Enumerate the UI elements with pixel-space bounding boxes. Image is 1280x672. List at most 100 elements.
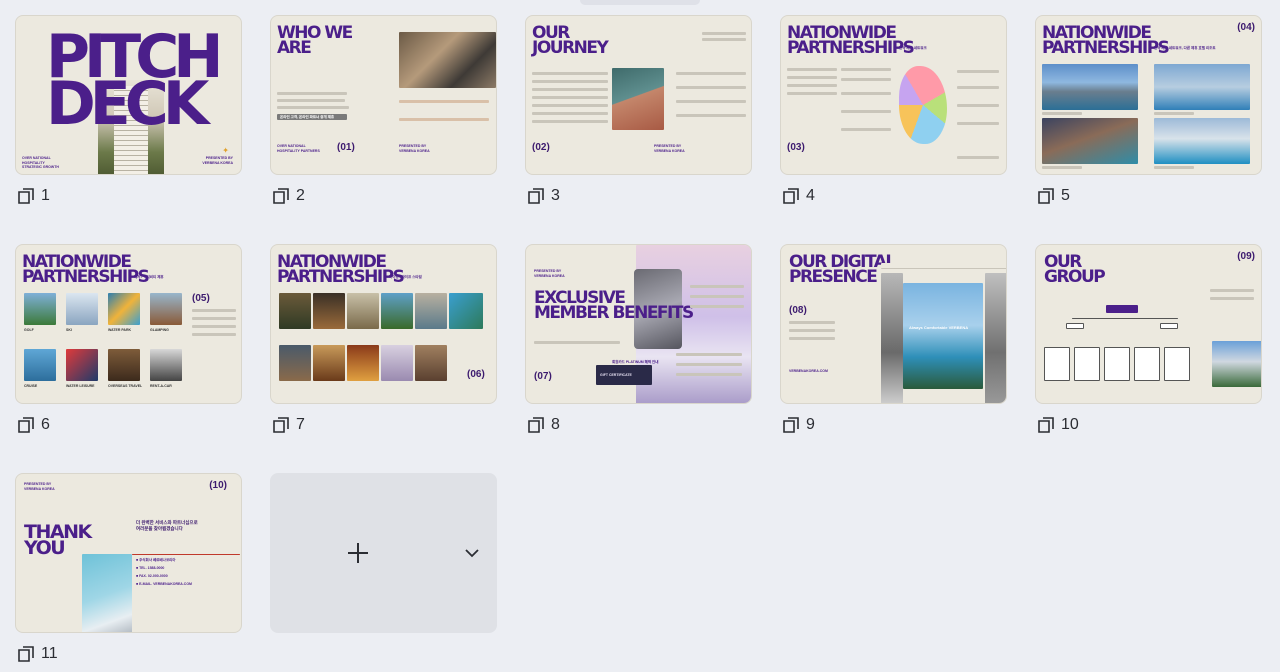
leisure-photo xyxy=(108,349,140,381)
text-line xyxy=(192,309,236,312)
dining-photo xyxy=(279,345,311,381)
text-line xyxy=(702,38,746,41)
org-chart-node xyxy=(1074,347,1100,381)
plus-icon[interactable] xyxy=(348,543,368,563)
headline: 더 완벽한 서비스와 파트너십으로 여러분을 찾아뵙겠습니다 xyxy=(136,520,198,532)
slide-subtitle: 전국 제휴 네트워크, 다른 제휴 호텔 리조트 xyxy=(1154,46,1216,50)
text-line xyxy=(690,305,744,308)
slide-thumbnail-10[interactable]: OUR GROUP (09) xyxy=(1035,244,1262,404)
group-building-photo xyxy=(1212,341,1261,387)
top-drag-handle[interactable] xyxy=(580,0,700,5)
text-line xyxy=(789,337,835,340)
leisure-photo xyxy=(24,349,56,381)
slide-number: 2 xyxy=(296,187,305,204)
slide-grid: PITCH DECK OVER NATIONAL HOSPITALITY STR… xyxy=(15,15,1265,662)
text-line xyxy=(841,68,891,71)
page-number: (08) xyxy=(789,305,807,316)
dining-photo xyxy=(381,345,413,381)
text-line xyxy=(787,68,837,71)
slide-number: 9 xyxy=(806,416,815,433)
category-label: OVERSEAS TRAVEL xyxy=(108,384,143,388)
gift-certificate-label: GIFT CERTIFICATE xyxy=(600,373,632,377)
leisure-photo xyxy=(66,349,98,381)
website-hero xyxy=(903,283,983,389)
slide-number: 5 xyxy=(1061,187,1070,204)
chevron-down-icon[interactable] xyxy=(465,548,479,558)
hotel-photo xyxy=(1154,64,1250,110)
leisure-photo xyxy=(108,293,140,325)
text-line xyxy=(690,285,744,288)
slide-cell-2: WHO WE ARE 온라인 고객, 온라인 파트너 중개 제휴 OVER NA… xyxy=(270,15,497,204)
text-line xyxy=(676,363,742,366)
slide-thumbnail-3[interactable]: OUR JOURNEY (02) PRESENTED BY VERBENA KO… xyxy=(525,15,752,175)
timeline-line xyxy=(532,80,608,83)
pill-text: 온라인 고객, 온라인 파트너 중개 제휴 xyxy=(280,115,335,119)
slide-thumbnail-5[interactable]: NATIONWIDE PARTNERSHIPS 전국 제휴 네트워크, 다른 제… xyxy=(1035,15,1262,175)
dining-photo xyxy=(313,345,345,381)
pages-stack-icon xyxy=(273,188,289,204)
text-line xyxy=(841,128,891,131)
pages-stack-icon xyxy=(528,417,544,433)
slide-thumbnail-9[interactable]: OUR DIGITAL PRESENCE Always Comfortable … xyxy=(780,244,1007,404)
text-line xyxy=(841,78,891,81)
slide-cell-4: NATIONWIDE PARTNERSHIPS 전국 제휴 네트워크 (03) … xyxy=(780,15,1007,204)
right-note: PRESENTED BY VERBENA KOREA xyxy=(202,156,233,165)
text-line xyxy=(1042,112,1082,115)
text-line xyxy=(1210,289,1254,292)
dining-photo xyxy=(279,293,311,329)
slide-title: OUR GROUP xyxy=(1044,252,1106,287)
slide-cell-5: NATIONWIDE PARTNERSHIPS 전국 제휴 네트워크, 다른 제… xyxy=(1035,15,1262,204)
slide-title: NATIONWIDE PARTNERSHIPS xyxy=(787,23,915,58)
timeline-line xyxy=(532,72,608,75)
slide-number: 8 xyxy=(551,416,560,433)
page-number: (03) xyxy=(787,142,805,153)
pages-stack-icon xyxy=(1038,417,1054,433)
slide-thumbnail-2[interactable]: WHO WE ARE 온라인 고객, 온라인 파트너 중개 제휴 OVER NA… xyxy=(270,15,497,175)
text-line xyxy=(534,341,620,344)
top-note: PRESENTED BY VERBENA KOREA xyxy=(24,482,55,491)
hero-text: Always Comfortable VERBENA xyxy=(909,325,969,330)
slide-number: 6 xyxy=(41,416,50,433)
text-line xyxy=(277,92,347,95)
slide-thumbnail-8[interactable]: PRESENTED BY VERBENA KOREA EXCLUSIVE MEM… xyxy=(525,244,752,404)
category-label: WATER PARK xyxy=(108,328,132,332)
org-chart-root xyxy=(1106,305,1138,313)
text-line xyxy=(1042,166,1082,169)
slide-subtitle: 레저 / 액티비티 제휴 xyxy=(134,275,164,279)
timeline-line xyxy=(532,96,608,99)
dining-photo xyxy=(415,293,447,329)
text-line xyxy=(957,122,999,125)
slide-thumbnail-1[interactable]: PITCH DECK OVER NATIONAL HOSPITALITY STR… xyxy=(15,15,242,175)
dining-photo xyxy=(449,293,483,329)
slide-title: OUR DIGITAL PRESENCE xyxy=(789,252,896,287)
category-label: CRUISE xyxy=(24,384,38,388)
text-line xyxy=(676,373,742,376)
slide-number: 1 xyxy=(41,187,50,204)
slide-thumbnail-4[interactable]: NATIONWIDE PARTNERSHIPS 전국 제휴 네트워크 (03) xyxy=(780,15,1007,175)
slide-title: NATIONWIDE PARTNERSHIPS xyxy=(22,252,150,287)
slide-thumbnail-6[interactable]: NATIONWIDE PARTNERSHIPS 레저 / 액티비티 제휴 GOL… xyxy=(15,244,242,404)
star-logo-icon: ✦ xyxy=(222,146,229,155)
slide-cell-7: NATIONWIDE PARTNERSHIPS 다이닝 / 라이프 스타일 (0… xyxy=(270,244,497,433)
org-chart-node xyxy=(1164,347,1190,381)
text-line xyxy=(192,333,236,336)
text-line xyxy=(192,317,236,320)
text-line xyxy=(957,104,999,107)
org-chart-node xyxy=(1066,323,1084,329)
slide-cell-11: PRESENTED BY VERBENA KOREA (10) 더 완벽한 서비… xyxy=(15,473,242,662)
add-slide-tile xyxy=(270,473,497,633)
pages-stack-icon xyxy=(783,417,799,433)
page-number: (07) xyxy=(534,371,552,382)
slide-cell-3: OUR JOURNEY (02) PRESENTED BY VERBENA KO… xyxy=(525,15,752,204)
text-line xyxy=(789,329,835,332)
text-line xyxy=(841,110,891,113)
timeline-line xyxy=(676,100,746,103)
closing-photo xyxy=(82,554,132,632)
hotel-photo xyxy=(1154,118,1250,164)
left-note: OVER NATIONAL HOSPITALITY STRATEGIC GROW… xyxy=(22,156,59,170)
slide-thumbnail-11[interactable]: PRESENTED BY VERBENA KOREA (10) 더 완벽한 서비… xyxy=(15,473,242,633)
slide-thumbnail-7[interactable]: NATIONWIDE PARTNERSHIPS 다이닝 / 라이프 스타일 (0… xyxy=(270,244,497,404)
text-line xyxy=(787,84,837,87)
slide-number: 10 xyxy=(1061,416,1079,433)
text-line xyxy=(789,321,835,324)
